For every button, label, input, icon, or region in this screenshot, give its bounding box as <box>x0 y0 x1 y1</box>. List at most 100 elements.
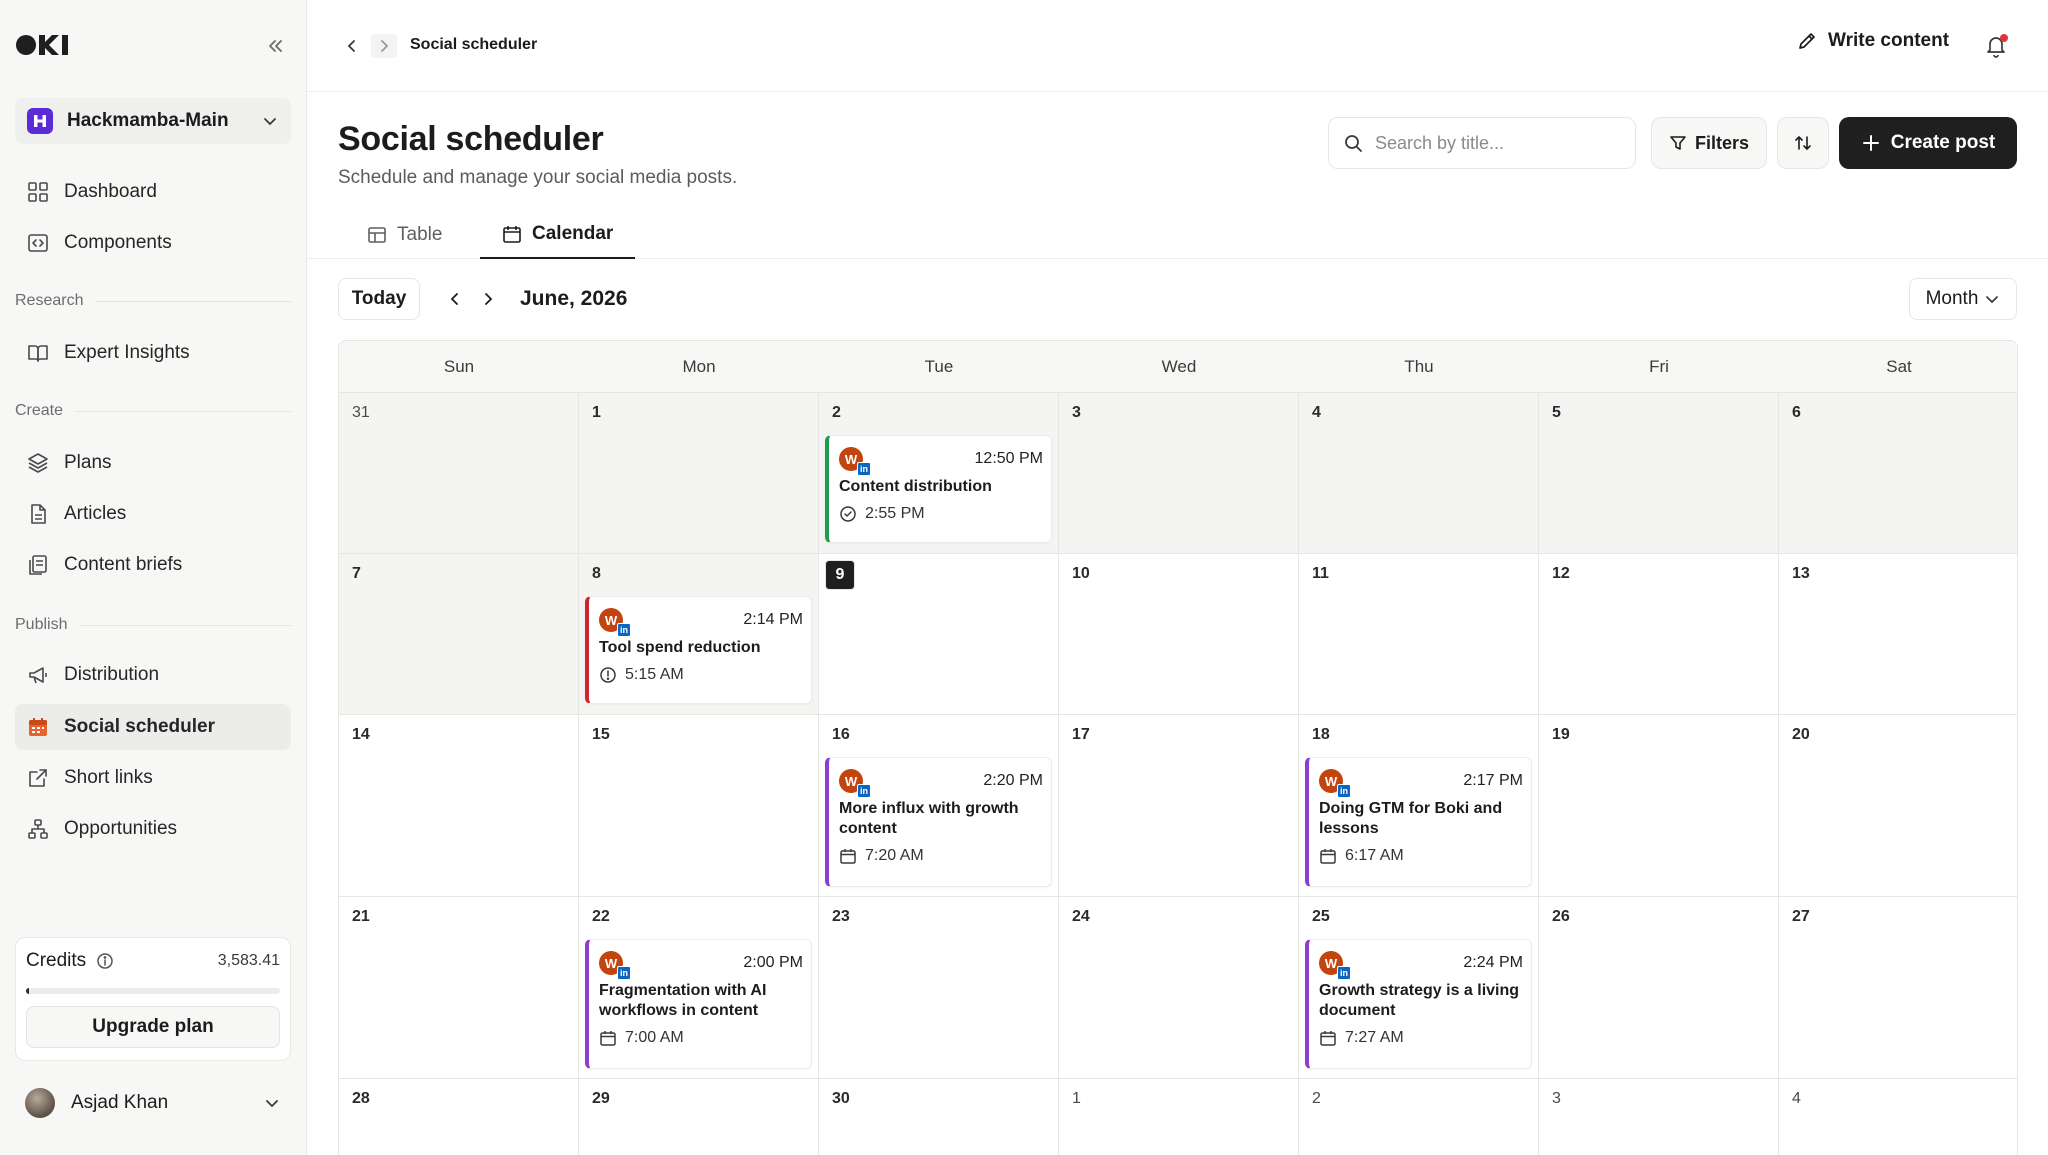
workspace-name: Hackmamba-Main <box>67 110 229 131</box>
write-content-button[interactable]: Write content <box>1796 30 1949 52</box>
calendar-day-cell[interactable]: 4 <box>1779 1079 2017 1155</box>
day-number: 31 <box>352 404 370 421</box>
sidebar-item-components[interactable]: Components <box>15 220 291 266</box>
calendar-day-cell[interactable]: 31 <box>339 393 579 554</box>
post-time: 12:50 PM <box>974 450 1043 467</box>
sidebar-item-dashboard[interactable]: Dashboard <box>15 169 291 215</box>
calendar-grid: Sun Mon Tue Wed Thu Fri Sat 31 1 2 Win 12:50 PM Con… <box>338 340 2018 1155</box>
sidebar-item-label: Distribution <box>64 664 160 685</box>
calendar-day-cell[interactable]: 12 <box>1539 554 1779 715</box>
calendar-day-cell[interactable]: 3 <box>1539 1079 1779 1155</box>
author-avatar: Win <box>839 769 871 798</box>
calendar-day-cell[interactable]: 16 Win 2:20 PM More influx with growth cont… <box>819 715 1059 897</box>
sidebar-item-social-scheduler[interactable]: Social scheduler <box>15 704 291 750</box>
sidebar-item-distribution[interactable]: Distribution <box>15 652 291 698</box>
layers-icon <box>26 451 50 475</box>
next-month-icon[interactable] <box>476 287 500 311</box>
sidebar-item-content-briefs[interactable]: Content briefs <box>15 542 291 588</box>
external-link-icon <box>26 766 50 790</box>
calendar-day-cell[interactable]: 8 Win 2:14 PM Tool spend reduction 5:15 AM <box>579 554 819 715</box>
search-input[interactable] <box>1375 132 1615 154</box>
scheduled-post-card[interactable]: Win 2:24 PM Growth strategy is a living do… <box>1305 939 1532 1069</box>
calendar-day-cell[interactable]: 19 <box>1539 715 1779 897</box>
calendar-day-cell[interactable]: 5 <box>1539 393 1779 554</box>
calendar-day-cell[interactable]: 2 Win 12:50 PM Content distribution 2:55 PM <box>819 393 1059 554</box>
calendar-day-cell[interactable]: 7 <box>339 554 579 715</box>
scheduled-post-card[interactable]: Win 2:14 PM Tool spend reduction 5:15 AM <box>585 596 812 704</box>
calendar-day-cell[interactable]: 27 <box>1779 897 2017 1079</box>
post-title: Growth strategy is a living document <box>1319 982 1520 1019</box>
calendar-day-cell[interactable]: 14 <box>339 715 579 897</box>
view-select[interactable]: Month <box>1909 278 2017 320</box>
calendar-day-cell[interactable]: 3 <box>1059 393 1299 554</box>
workspace-switcher[interactable]: Hackmamba-Main <box>15 98 291 144</box>
calendar-day-cell[interactable]: 22 Win 2:00 PM Fragmentation with AI workfl… <box>579 897 819 1079</box>
calendar-icon <box>599 1029 617 1047</box>
sort-button[interactable] <box>1777 117 1829 169</box>
post-time: 2:14 PM <box>743 611 803 628</box>
chevron-down-icon <box>264 118 276 126</box>
day-number: 25 <box>1312 908 1330 925</box>
today-button[interactable]: Today <box>338 278 420 320</box>
info-icon[interactable] <box>96 952 114 970</box>
grid-icon <box>26 180 50 204</box>
forward-icon[interactable] <box>371 34 397 58</box>
post-title: More influx with growth content <box>839 800 1019 837</box>
calendar-day-cell[interactable]: 1 <box>579 393 819 554</box>
calendar-day-cell[interactable]: 9 <box>819 554 1059 715</box>
calendar-day-cell[interactable]: 25 Win 2:24 PM Growth strategy is a living … <box>1299 897 1539 1079</box>
scheduled-post-card[interactable]: Win 12:50 PM Content distribution 2:55 PM <box>825 435 1052 543</box>
author-avatar: Win <box>599 608 631 637</box>
previous-month-icon[interactable] <box>443 287 467 311</box>
author-avatar: Win <box>1319 769 1351 798</box>
calendar-day-cell[interactable]: 15 <box>579 715 819 897</box>
calendar-day-cell[interactable]: 10 <box>1059 554 1299 715</box>
notification-dot <box>2000 34 2008 42</box>
scheduled-post-card[interactable]: Win 2:17 PM Doing GTM for Boki and lessons… <box>1305 757 1532 887</box>
calendar-day-cell[interactable]: 11 <box>1299 554 1539 715</box>
sidebar-item-label: Content briefs <box>64 554 183 575</box>
calendar-day-cell[interactable]: 30 <box>819 1079 1059 1155</box>
collapse-sidebar-icon[interactable] <box>262 34 288 58</box>
scheduled-post-card[interactable]: Win 2:00 PM Fragmentation with AI workflow… <box>585 939 812 1069</box>
create-post-button[interactable]: Create post <box>1839 117 2017 169</box>
weekday-tue: Tue <box>924 357 954 376</box>
calendar-day-cell[interactable]: 26 <box>1539 897 1779 1079</box>
author-avatar: Win <box>599 951 631 980</box>
calendar-day-cell[interactable]: 2 <box>1299 1079 1539 1155</box>
app-logo[interactable] <box>15 32 71 58</box>
calendar-day-cell[interactable]: 28 <box>339 1079 579 1155</box>
calendar-day-cell[interactable]: 23 <box>819 897 1059 1079</box>
calendar-day-cell[interactable]: 4 <box>1299 393 1539 554</box>
day-number: 2 <box>1312 1090 1321 1107</box>
sidebar-item-short-links[interactable]: Short links <box>15 755 291 801</box>
filters-button[interactable]: Filters <box>1651 117 1767 169</box>
back-icon[interactable] <box>339 34 365 58</box>
sidebar-item-plans[interactable]: Plans <box>15 440 291 486</box>
calendar-day-cell[interactable]: 18 Win 2:17 PM Doing GTM for Boki and lesso… <box>1299 715 1539 897</box>
calendar-day-cell[interactable]: 1 <box>1059 1079 1299 1155</box>
calendar-day-cell[interactable]: 29 <box>579 1079 819 1155</box>
sidebar-item-articles[interactable]: Articles <box>15 491 291 537</box>
search-field[interactable] <box>1328 117 1636 169</box>
calendar-icon <box>503 225 521 243</box>
calendar-day-cell[interactable]: 17 <box>1059 715 1299 897</box>
calendar-day-cell[interactable]: 21 <box>339 897 579 1079</box>
calendar-day-cell[interactable]: 20 <box>1779 715 2017 897</box>
user-menu[interactable]: Asjad Khan <box>15 1080 291 1126</box>
sidebar-item-opportunities[interactable]: Opportunities <box>15 806 291 852</box>
section-label-create: Create <box>15 402 291 420</box>
tab-calendar[interactable]: Calendar <box>480 210 636 259</box>
workspace-logo-icon <box>27 108 53 134</box>
day-number: 28 <box>352 1090 370 1107</box>
upgrade-plan-button[interactable]: Upgrade plan <box>26 1006 280 1048</box>
day-number: 8 <box>592 565 601 582</box>
scheduled-post-card[interactable]: Win 2:20 PM More influx with growth conten… <box>825 757 1052 887</box>
calendar-day-cell[interactable]: 24 <box>1059 897 1299 1079</box>
sort-arrows-icon <box>1795 136 1811 150</box>
tab-table[interactable]: Table <box>357 210 452 259</box>
sidebar-item-expert-insights[interactable]: Expert Insights <box>15 330 291 376</box>
bell-icon[interactable] <box>1982 32 2010 60</box>
calendar-day-cell[interactable]: 13 <box>1779 554 2017 715</box>
calendar-day-cell[interactable]: 6 <box>1779 393 2017 554</box>
